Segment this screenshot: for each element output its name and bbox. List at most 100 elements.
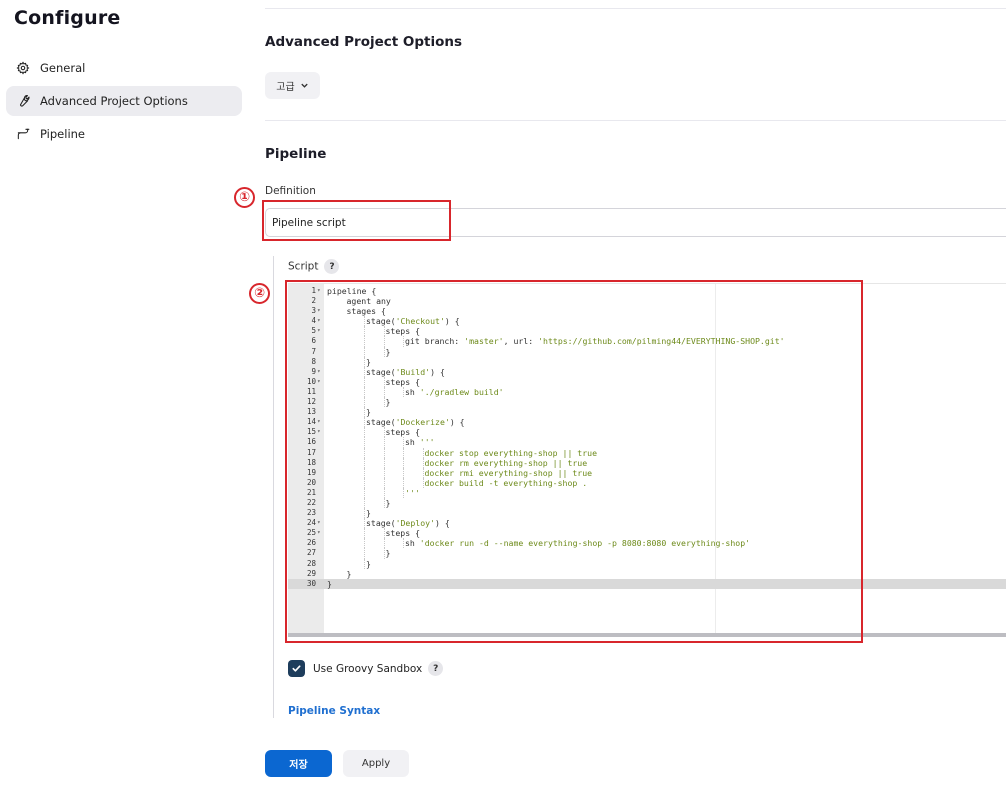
fold-toggle-icon[interactable]: ▾ bbox=[317, 326, 321, 336]
line-number: 13 bbox=[306, 407, 316, 417]
groovy-sandbox-checkbox[interactable] bbox=[288, 660, 305, 677]
indent-guide bbox=[364, 477, 365, 488]
indent-guide bbox=[383, 386, 385, 398]
line-number: 7 bbox=[311, 346, 316, 356]
code-token: ) { bbox=[449, 417, 465, 428]
code-text: steps { bbox=[386, 326, 421, 336]
indent-guide bbox=[364, 558, 365, 569]
indent-guide bbox=[403, 467, 404, 478]
code-line: 27} bbox=[288, 548, 1006, 559]
sidebar-item-general[interactable]: General bbox=[6, 53, 242, 83]
code-line: 18 docker rm everything-shop || true bbox=[288, 457, 1006, 468]
code-token: } bbox=[385, 548, 391, 559]
sidebar-item-pipeline[interactable]: Pipeline bbox=[6, 119, 242, 149]
indent-guide bbox=[364, 467, 365, 478]
indent-guide bbox=[383, 326, 385, 337]
indent-guide bbox=[383, 528, 385, 539]
code-line: 28} bbox=[288, 558, 1006, 569]
indent-guide bbox=[403, 437, 404, 448]
line-number: 25 bbox=[306, 528, 316, 538]
code-text: stages { bbox=[347, 306, 386, 316]
code-line: 13} bbox=[288, 407, 1006, 418]
script-section-rule bbox=[273, 256, 274, 718]
fold-toggle-icon[interactable]: ▾ bbox=[317, 377, 321, 387]
line-number: 8 bbox=[311, 356, 316, 366]
definition-select[interactable]: Pipeline script bbox=[265, 208, 1006, 237]
gear-icon bbox=[16, 61, 30, 75]
advanced-toggle-button[interactable]: 고급 bbox=[265, 72, 320, 99]
code-token: sh bbox=[405, 386, 420, 397]
groovy-sandbox-row: Use Groovy Sandbox ? bbox=[288, 660, 444, 677]
fold-toggle-icon[interactable]: ▾ bbox=[317, 427, 321, 437]
indent-guide bbox=[364, 518, 365, 529]
code-string: 'docker run -d --name everything-shop -p… bbox=[419, 538, 751, 549]
indent-guide bbox=[364, 386, 365, 398]
script-help-icon[interactable]: ? bbox=[324, 259, 340, 274]
script-editor[interactable]: 1 ▾ pipeline {2 agent any 3 ▾ stages {4 ▾ stage(… bbox=[288, 283, 1006, 637]
divider bbox=[265, 8, 1006, 9]
indent-guide bbox=[403, 457, 404, 468]
indent-guide bbox=[383, 548, 385, 559]
fold-toggle-icon[interactable]: ▾ bbox=[317, 306, 321, 316]
code-text: steps { bbox=[386, 377, 421, 387]
code-text: sh 'docker run -d --name everything-shop… bbox=[405, 538, 750, 548]
line-number: 5 bbox=[311, 326, 316, 336]
indent-guide bbox=[383, 538, 385, 549]
fold-toggle-icon[interactable]: ▾ bbox=[317, 417, 321, 427]
code-token: agent any bbox=[346, 296, 391, 307]
code-text: } bbox=[386, 347, 391, 357]
code-token: stage( bbox=[366, 417, 396, 428]
line-number: 27 bbox=[306, 548, 316, 558]
line-number: 24 bbox=[306, 518, 316, 528]
code-text: docker build -t everything-shop . bbox=[425, 478, 588, 488]
indent-guide bbox=[383, 477, 385, 488]
code-line: 11 sh './gradlew build' bbox=[288, 386, 1006, 398]
code-string: 'https://github.com/pilming44/EVERYTHING… bbox=[538, 336, 785, 347]
code-token: } bbox=[366, 356, 371, 367]
sandbox-help-icon[interactable]: ? bbox=[428, 661, 444, 676]
indent-guide bbox=[364, 437, 365, 448]
sidebar-item-label: Pipeline bbox=[40, 127, 86, 141]
apply-button[interactable]: Apply bbox=[343, 750, 409, 777]
line-number: 15 bbox=[306, 427, 316, 437]
fold-toggle-icon[interactable]: ▾ bbox=[317, 286, 321, 296]
fold-toggle-icon[interactable]: ▾ bbox=[317, 518, 321, 528]
indent-guide bbox=[383, 437, 385, 448]
line-number: 26 bbox=[306, 538, 316, 548]
save-button[interactable]: 저장 bbox=[265, 750, 332, 777]
indent-guide bbox=[383, 397, 385, 408]
code-lines: 1 ▾ pipeline {2 agent any 3 ▾ stages {4 ▾ stage(… bbox=[288, 286, 1006, 589]
editor-horizontal-scrollbar[interactable] bbox=[288, 633, 1006, 637]
line-number: 16 bbox=[306, 437, 316, 447]
code-token: steps { bbox=[385, 528, 421, 539]
code-string: docker rm everything-shop || true bbox=[424, 457, 588, 468]
indent-guide bbox=[383, 457, 385, 468]
code-text: git branch: 'master', url: 'https://gith… bbox=[405, 336, 785, 346]
code-token: stage( bbox=[366, 366, 396, 377]
line-number: 28 bbox=[306, 558, 316, 568]
code-text: sh ''' bbox=[405, 437, 435, 447]
code-line: 19 docker rmi everything-shop || true bbox=[288, 467, 1006, 478]
sidebar-item-advanced-project-options[interactable]: Advanced Project Options bbox=[6, 86, 242, 116]
line-number: 1 bbox=[311, 286, 316, 295]
advanced-options-title: Advanced Project Options bbox=[265, 34, 463, 50]
indent-guide bbox=[383, 376, 385, 387]
line-number: 22 bbox=[306, 497, 316, 507]
line-number: 14 bbox=[306, 417, 316, 427]
code-line: 30} bbox=[288, 578, 1006, 589]
annotation-marker-2: ② bbox=[249, 283, 270, 304]
pipeline-syntax-link[interactable]: Pipeline Syntax bbox=[288, 705, 380, 717]
fold-toggle-icon[interactable]: ▾ bbox=[317, 316, 321, 326]
code-text: } bbox=[386, 498, 391, 508]
fold-toggle-icon[interactable]: ▾ bbox=[317, 367, 321, 377]
code-line: 3 ▾ stages { bbox=[288, 306, 1006, 316]
indent-guide bbox=[364, 508, 365, 519]
code-token: sh bbox=[405, 437, 420, 448]
fold-toggle-icon[interactable]: ▾ bbox=[317, 528, 321, 538]
definition-label: Definition bbox=[265, 185, 316, 197]
advanced-toggle-label: 고급 bbox=[276, 82, 295, 93]
code-line: 16 sh ''' bbox=[288, 437, 1006, 448]
code-text: agent any bbox=[347, 296, 391, 306]
indent-guide bbox=[364, 447, 365, 458]
sidebar: Configure General Advanced Project Optio… bbox=[0, 0, 250, 789]
